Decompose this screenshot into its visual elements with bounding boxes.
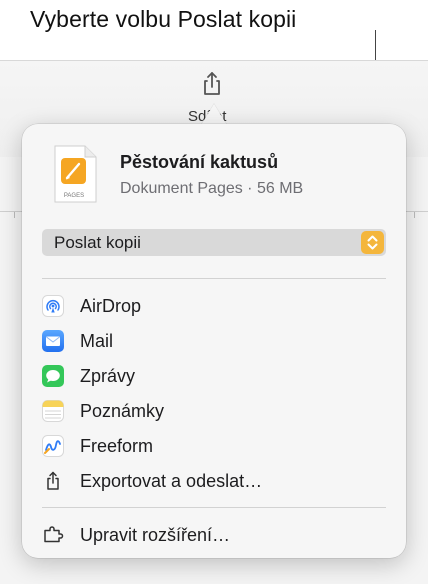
pages-document-icon: PAGES (54, 145, 97, 203)
airdrop-icon (42, 295, 64, 317)
messages-icon (42, 365, 64, 387)
share-item-label: Zprávy (80, 366, 136, 386)
edit-extensions-label: Upravit rozšíření… (80, 525, 231, 545)
share-item-freeform[interactable]: Freeform (42, 431, 386, 461)
share-item-messages[interactable]: Zprávy (42, 361, 386, 391)
freeform-icon (42, 435, 64, 457)
share-item-notes[interactable]: Poznámky (42, 396, 386, 426)
share-item-label: Mail (80, 331, 114, 351)
share-item-airdrop[interactable]: AirDrop (42, 291, 386, 321)
send-copy-select[interactable]: Poslat kopii (42, 229, 386, 256)
share-item-label: Freeform (80, 436, 154, 456)
share-item-mail[interactable]: Mail (42, 326, 386, 356)
share-item-label: AirDrop (80, 296, 142, 316)
extensions-icon (44, 526, 64, 543)
share-item-label: Poznámky (80, 401, 165, 421)
share-item-label: Exportovat a odeslat… (80, 471, 263, 491)
share-button[interactable] (198, 70, 226, 98)
share-icon (204, 72, 220, 95)
notes-icon (42, 400, 64, 422)
send-copy-select-value: Poslat kopii (54, 233, 141, 252)
share-item-export[interactable]: Exportovat a odeslat… (42, 466, 386, 496)
separator (42, 278, 386, 279)
chevron-up-down-icon[interactable] (361, 231, 384, 254)
separator (42, 507, 386, 508)
edit-extensions-button[interactable]: Upravit rozšíření… (42, 520, 386, 550)
doc-icon-caption: PAGES (64, 193, 84, 199)
popover-arrow (201, 104, 227, 125)
document-title: Pěstování kaktusů (120, 152, 279, 172)
mail-icon (42, 330, 64, 352)
callout-text: Vyberte volbu Poslat kopii (30, 6, 297, 32)
export-icon (47, 471, 59, 490)
document-meta: Dokument Pages · 56 MB (120, 180, 304, 197)
